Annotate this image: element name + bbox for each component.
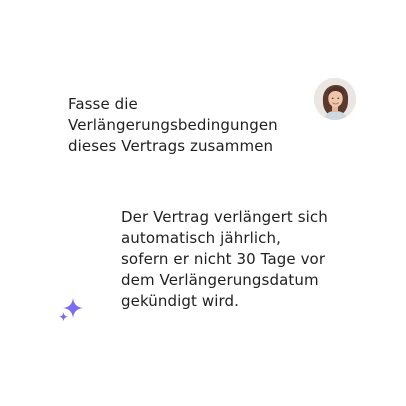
assistant-message: Der Vertrag verlängert sich automatisch …	[121, 208, 328, 310]
user-avatar-photo	[314, 78, 356, 120]
user-avatar	[314, 78, 356, 120]
sparkle-icon	[57, 296, 85, 324]
chat-conversation: Fasse die Verlängerungsbedingungen diese…	[0, 0, 406, 406]
user-message: Fasse die Verlängerungsbedingungen diese…	[68, 95, 278, 155]
